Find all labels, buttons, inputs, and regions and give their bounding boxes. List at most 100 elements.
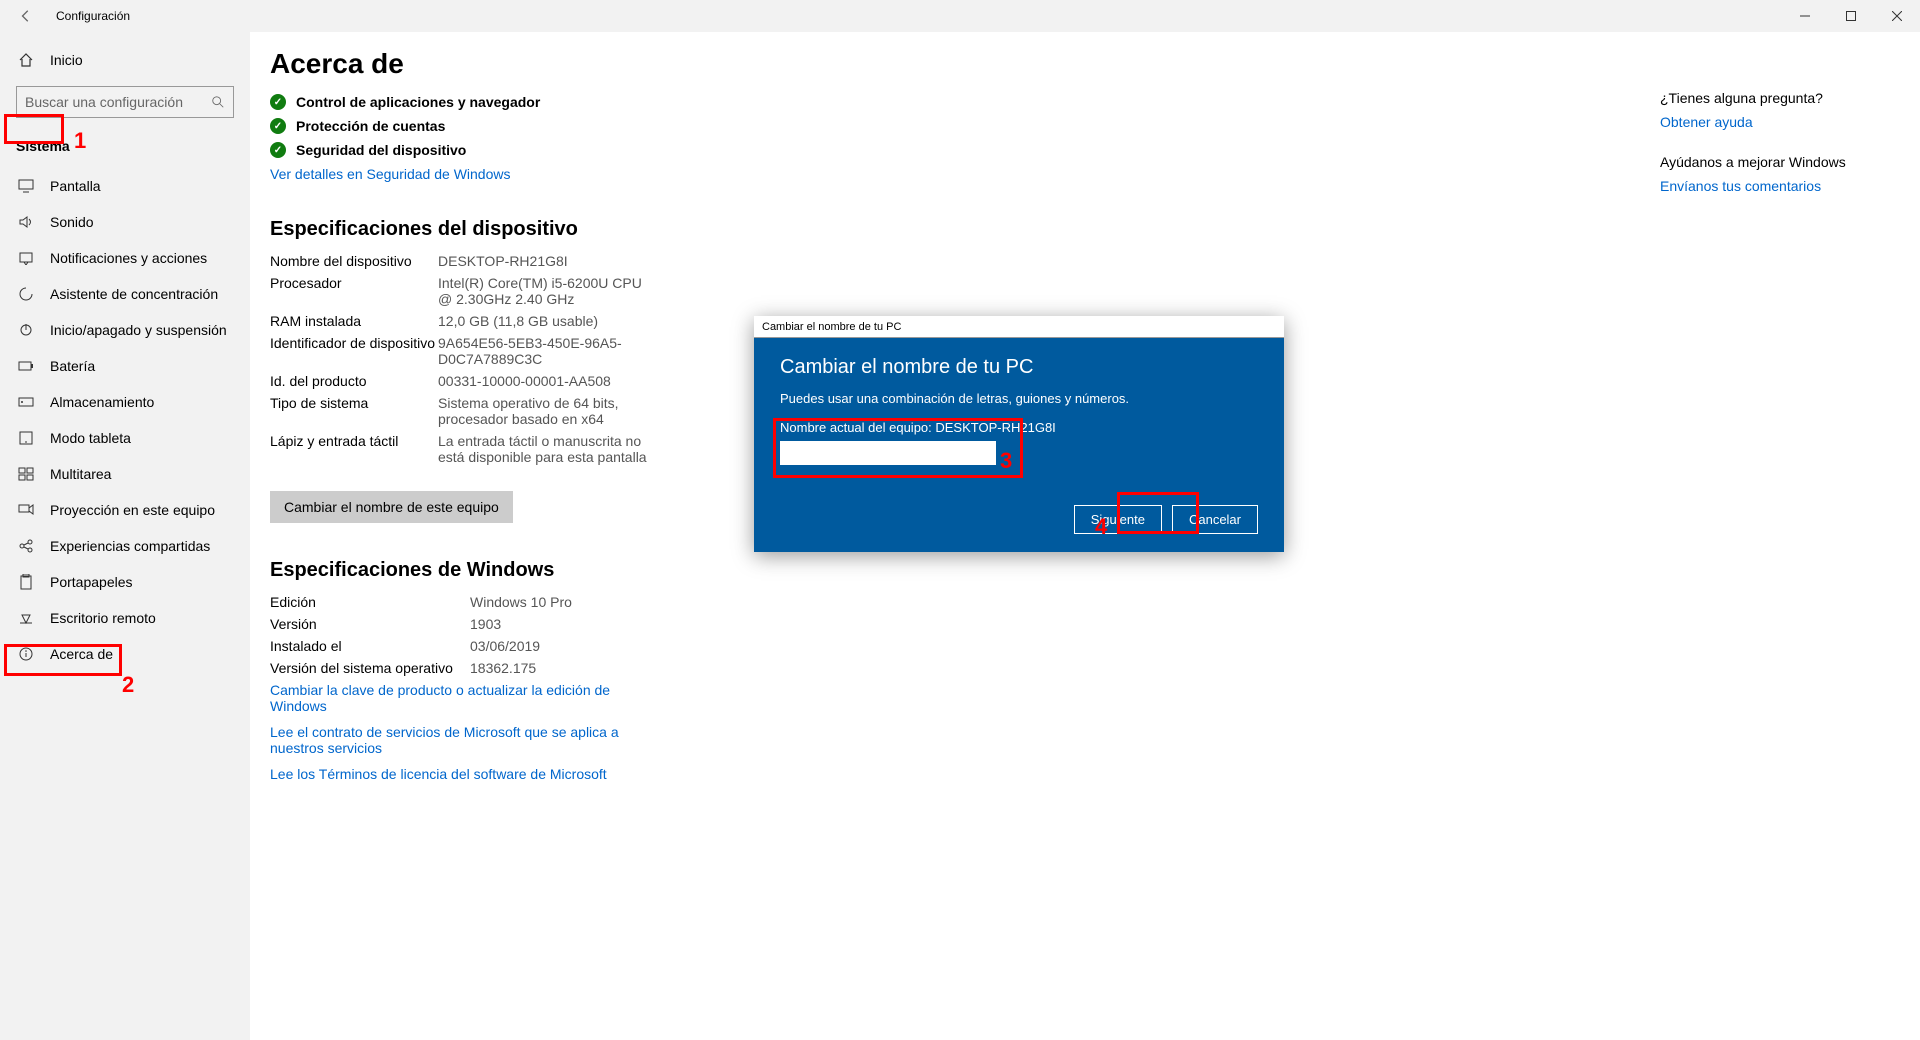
spec-value: La entrada táctil o manuscrita no está d… bbox=[438, 433, 648, 465]
spec-label: Instalado el bbox=[270, 638, 470, 654]
minimize-button[interactable] bbox=[1782, 0, 1828, 32]
product-key-link[interactable]: Cambiar la clave de producto o actualiza… bbox=[270, 682, 650, 714]
feedback-link[interactable]: Envíanos tus comentarios bbox=[1660, 178, 1880, 194]
power-icon bbox=[16, 322, 36, 338]
multitask-icon bbox=[16, 467, 36, 481]
sidebar-item-notificaciones[interactable]: Notificaciones y acciones bbox=[0, 240, 250, 276]
sidebar-item-label: Pantalla bbox=[50, 178, 101, 194]
sidebar-item-label: Asistente de concentración bbox=[50, 286, 218, 302]
sidebar-item-almacenamiento[interactable]: Almacenamiento bbox=[0, 384, 250, 420]
help-question: ¿Tienes alguna pregunta? bbox=[1660, 90, 1880, 106]
display-icon bbox=[16, 179, 36, 193]
sidebar-item-label: Portapapeles bbox=[50, 574, 133, 590]
close-button[interactable] bbox=[1874, 0, 1920, 32]
spec-value: 00331-10000-00001-AA508 bbox=[438, 373, 611, 389]
spec-value: Sistema operativo de 64 bits, procesador… bbox=[438, 395, 648, 427]
check-icon: ✓ bbox=[270, 118, 286, 134]
search-icon bbox=[211, 95, 225, 109]
sidebar-item-pantalla[interactable]: Pantalla bbox=[0, 168, 250, 204]
sidebar-item-portapapeles[interactable]: Portapapeles bbox=[0, 564, 250, 600]
spec-value: Windows 10 Pro bbox=[470, 594, 572, 610]
security-item: ✓ Control de aplicaciones y navegador bbox=[270, 94, 1880, 110]
storage-icon bbox=[16, 396, 36, 408]
spec-label: Procesador bbox=[270, 275, 438, 307]
search-input[interactable] bbox=[25, 94, 211, 110]
sidebar-item-acerca-de[interactable]: Acerca de bbox=[0, 636, 250, 672]
dialog-cancel-button[interactable]: Cancelar bbox=[1172, 505, 1258, 534]
sidebar-item-label: Batería bbox=[50, 358, 95, 374]
spec-value: 1903 bbox=[470, 616, 501, 632]
spec-value: Intel(R) Core(TM) i5-6200U CPU @ 2.30GHz… bbox=[438, 275, 648, 307]
security-item-label: Protección de cuentas bbox=[296, 118, 445, 134]
sidebar-item-label: Acerca de bbox=[50, 646, 113, 662]
sidebar-search[interactable] bbox=[16, 86, 234, 118]
dialog-titlebar: Cambiar el nombre de tu PC bbox=[754, 316, 1284, 338]
spec-label: Versión del sistema operativo bbox=[270, 660, 470, 676]
security-item: ✓ Seguridad del dispositivo bbox=[270, 142, 1880, 158]
security-item-label: Control de aplicaciones y navegador bbox=[296, 94, 540, 110]
spec-label: Tipo de sistema bbox=[270, 395, 438, 427]
sidebar-item-label: Experiencias compartidas bbox=[50, 538, 210, 554]
sidebar-item-label: Inicio/apagado y suspensión bbox=[50, 322, 227, 338]
right-panel: ¿Tienes alguna pregunta? Obtener ayuda A… bbox=[1660, 90, 1880, 218]
get-help-link[interactable]: Obtener ayuda bbox=[1660, 114, 1880, 130]
rename-pc-dialog: Cambiar el nombre de tu PC Cambiar el no… bbox=[754, 316, 1284, 552]
sidebar-item-escritorio-remoto[interactable]: Escritorio remoto bbox=[0, 600, 250, 636]
sidebar-item-label: Escritorio remoto bbox=[50, 610, 156, 626]
notifications-icon bbox=[16, 251, 36, 265]
sidebar-item-multitarea[interactable]: Multitarea bbox=[0, 456, 250, 492]
windows-specs: EdiciónWindows 10 Pro Versión1903 Instal… bbox=[270, 594, 1880, 676]
back-button[interactable] bbox=[14, 4, 38, 28]
sidebar-group-title: Sistema bbox=[0, 130, 250, 162]
sidebar-item-bateria[interactable]: Batería bbox=[0, 348, 250, 384]
spec-value: 03/06/2019 bbox=[470, 638, 540, 654]
sidebar-item-asistente[interactable]: Asistente de concentración bbox=[0, 276, 250, 312]
sidebar-item-label: Notificaciones y acciones bbox=[50, 250, 207, 266]
maximize-button[interactable] bbox=[1828, 0, 1874, 32]
clipboard-icon bbox=[16, 574, 36, 590]
spec-value: 9A654E56-5EB3-450E-96A5-D0C7A7889C3C bbox=[438, 335, 648, 367]
sidebar: Inicio Sistema Pantalla Sonido Notificac… bbox=[0, 32, 250, 1040]
sidebar-item-label: Sonido bbox=[50, 214, 94, 230]
security-item-label: Seguridad del dispositivo bbox=[296, 142, 466, 158]
spec-label: RAM instalada bbox=[270, 313, 438, 329]
sidebar-item-energia[interactable]: Inicio/apagado y suspensión bbox=[0, 312, 250, 348]
sidebar-home[interactable]: Inicio bbox=[0, 42, 250, 78]
spec-label: Edición bbox=[270, 594, 470, 610]
check-icon: ✓ bbox=[270, 142, 286, 158]
info-icon bbox=[16, 646, 36, 662]
services-agreement-link[interactable]: Lee el contrato de servicios de Microsof… bbox=[270, 724, 650, 756]
sidebar-item-sonido[interactable]: Sonido bbox=[0, 204, 250, 240]
remote-icon bbox=[16, 611, 36, 625]
sidebar-item-proyeccion[interactable]: Proyección en este equipo bbox=[0, 492, 250, 528]
security-details-link[interactable]: Ver detalles en Seguridad de Windows bbox=[270, 166, 650, 182]
spec-value: 12,0 GB (11,8 GB usable) bbox=[438, 313, 598, 329]
dialog-window-title: Cambiar el nombre de tu PC bbox=[762, 321, 901, 333]
page-title: Acerca de bbox=[270, 48, 1880, 80]
spec-label: Identificador de dispositivo bbox=[270, 335, 438, 367]
focus-icon bbox=[16, 286, 36, 302]
improve-label: Ayúdanos a mejorar Windows bbox=[1660, 154, 1880, 170]
spec-label: Nombre del dispositivo bbox=[270, 253, 438, 269]
window-title: Configuración bbox=[56, 9, 130, 23]
windows-spec-title: Especificaciones de Windows bbox=[270, 559, 1880, 582]
sidebar-item-experiencias[interactable]: Experiencias compartidas bbox=[0, 528, 250, 564]
spec-label: Id. del producto bbox=[270, 373, 438, 389]
spec-value: DESKTOP-RH21G8I bbox=[438, 253, 568, 269]
sidebar-home-label: Inicio bbox=[50, 52, 83, 68]
spec-label: Lápiz y entrada táctil bbox=[270, 433, 438, 465]
project-icon bbox=[16, 503, 36, 517]
dialog-next-button[interactable]: Siguiente bbox=[1074, 505, 1162, 534]
license-terms-link[interactable]: Lee los Términos de licencia del softwar… bbox=[270, 766, 650, 782]
sidebar-item-label: Multitarea bbox=[50, 466, 111, 482]
dialog-current-name-label: Nombre actual del equipo: DESKTOP-RH21G8… bbox=[780, 420, 1258, 435]
dialog-subtitle: Puedes usar una combinación de letras, g… bbox=[780, 391, 1258, 406]
dialog-heading: Cambiar el nombre de tu PC bbox=[780, 356, 1258, 379]
home-icon bbox=[16, 52, 36, 68]
sidebar-item-label: Modo tableta bbox=[50, 430, 131, 446]
sidebar-item-tableta[interactable]: Modo tableta bbox=[0, 420, 250, 456]
rename-pc-button[interactable]: Cambiar el nombre de este equipo bbox=[270, 491, 513, 523]
dialog-name-input[interactable] bbox=[780, 441, 996, 465]
sidebar-item-label: Proyección en este equipo bbox=[50, 502, 215, 518]
spec-value: 18362.175 bbox=[470, 660, 536, 676]
